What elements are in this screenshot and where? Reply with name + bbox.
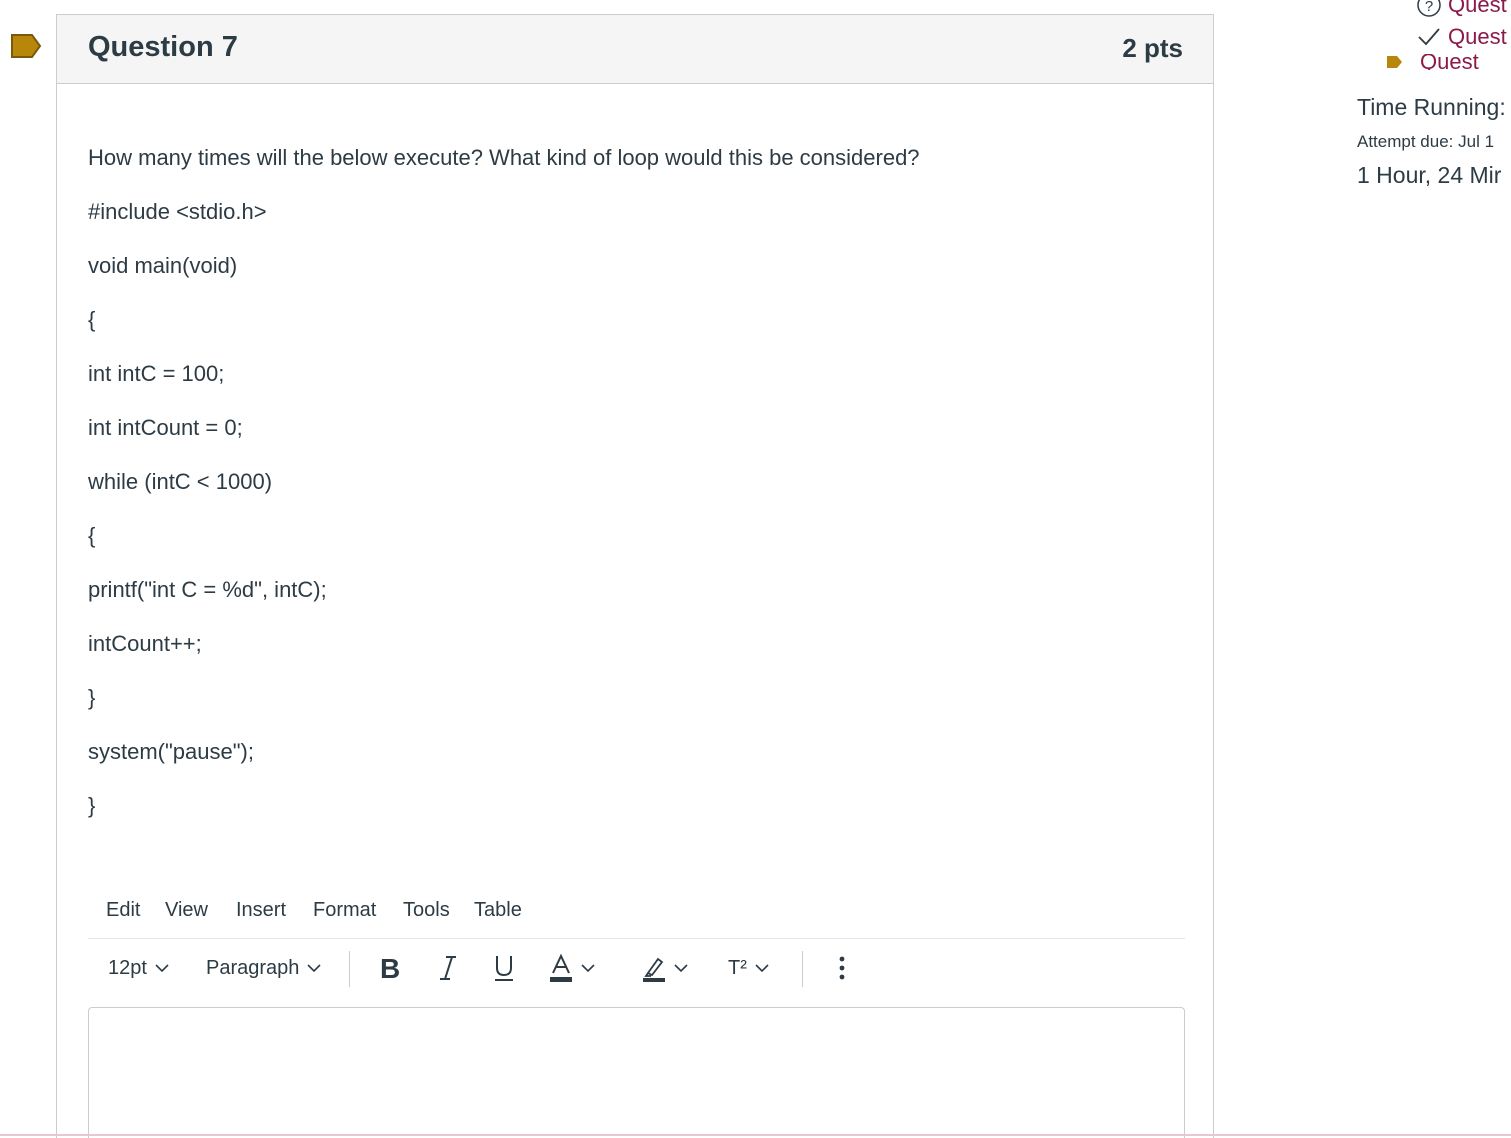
- time-running-label: Time Running:: [1357, 94, 1506, 120]
- menu-table[interactable]: Table: [474, 899, 522, 922]
- chevron-down-icon: [674, 964, 688, 973]
- toolbar-separator: [802, 951, 803, 987]
- text-color-icon: [550, 953, 572, 982]
- highlight-color-button[interactable]: [642, 945, 688, 991]
- flag-icon: [1387, 56, 1402, 68]
- menu-edit[interactable]: Edit: [106, 899, 140, 922]
- code-line: int intC = 100;: [88, 361, 225, 386]
- block-format-select[interactable]: Paragraph: [206, 945, 321, 991]
- underline-icon: [495, 956, 513, 981]
- question-card: Question 7 2 pts How many times will the…: [56, 14, 1214, 1138]
- menu-tools[interactable]: Tools: [403, 899, 450, 922]
- svg-text:?: ?: [1425, 0, 1433, 15]
- time-remaining: 1 Hour, 24 Mir: [1357, 162, 1502, 188]
- superscript-icon: T²: [728, 956, 747, 979]
- block-format-value: Paragraph: [206, 956, 300, 979]
- code-line: }: [88, 793, 96, 818]
- italic-button[interactable]: [438, 945, 458, 991]
- sidebar-question-link[interactable]: Quest: [1416, 24, 1507, 50]
- answer-editor[interactable]: [88, 1007, 1185, 1138]
- question-points: 2 pts: [1122, 33, 1183, 63]
- svg-text:B: B: [380, 954, 400, 982]
- code-line: intCount++;: [88, 631, 202, 656]
- chevron-down-icon: [307, 964, 321, 973]
- underline-button[interactable]: [492, 945, 516, 991]
- question-prompt: How many times will the below execute? W…: [88, 145, 920, 170]
- question-circle-icon: ?: [1417, 0, 1441, 17]
- code-line: }: [88, 685, 96, 710]
- sidebar-question-label: Quest: [1420, 54, 1479, 70]
- bold-icon: B: [380, 954, 400, 982]
- editor-toolbar: 12pt Paragraph B T²: [88, 945, 1185, 995]
- flag-icon[interactable]: [10, 33, 42, 59]
- menu-insert[interactable]: Insert: [236, 899, 286, 922]
- question-text: How many times will the below execute? W…: [88, 145, 1188, 847]
- question-header: Question 7 2 pts: [57, 15, 1213, 84]
- quiz-sidebar: ? Quest Quest Quest Time Running: Attemp…: [1350, 0, 1511, 400]
- more-options-button[interactable]: [838, 945, 846, 991]
- code-line: void main(void): [88, 253, 238, 278]
- question-title: Question 7: [88, 31, 238, 63]
- sidebar-question-link[interactable]: ? Quest: [1416, 0, 1507, 18]
- bold-button[interactable]: B: [378, 945, 402, 991]
- highlighter-icon: [643, 957, 665, 982]
- code-line: int intCount = 0;: [88, 415, 243, 440]
- superscript-button[interactable]: T²: [728, 945, 769, 991]
- code-line: {: [88, 523, 96, 548]
- attempt-due: Attempt due: Jul 1: [1357, 132, 1495, 151]
- code-line: while (intC < 1000): [88, 469, 273, 494]
- more-vertical-icon: [839, 956, 845, 980]
- toolbar-separator: [349, 951, 350, 987]
- code-line: printf("int C = %d", intC);: [88, 577, 327, 602]
- bottom-divider: [0, 1134, 1511, 1136]
- chevron-down-icon: [581, 964, 595, 973]
- code-line: system("pause");: [88, 739, 254, 764]
- check-icon: [1418, 28, 1440, 46]
- code-line: #include <stdio.h>: [88, 199, 267, 224]
- editor-menubar: Edit View Insert Format Tools Table: [88, 895, 1185, 939]
- chevron-down-icon: [755, 964, 769, 973]
- code-line: {: [88, 307, 96, 332]
- font-size-select[interactable]: 12pt: [108, 945, 169, 991]
- menu-view[interactable]: View: [165, 899, 208, 922]
- sidebar-question-label: Quest: [1448, 0, 1507, 17]
- chevron-down-icon: [155, 964, 169, 973]
- menu-format[interactable]: Format: [313, 899, 376, 922]
- italic-icon: [440, 956, 456, 980]
- font-size-value: 12pt: [108, 956, 147, 979]
- sidebar-question-label: Quest: [1448, 24, 1507, 49]
- text-color-button[interactable]: [549, 945, 595, 991]
- sidebar-question-link[interactable]: Quest: [1386, 54, 1479, 70]
